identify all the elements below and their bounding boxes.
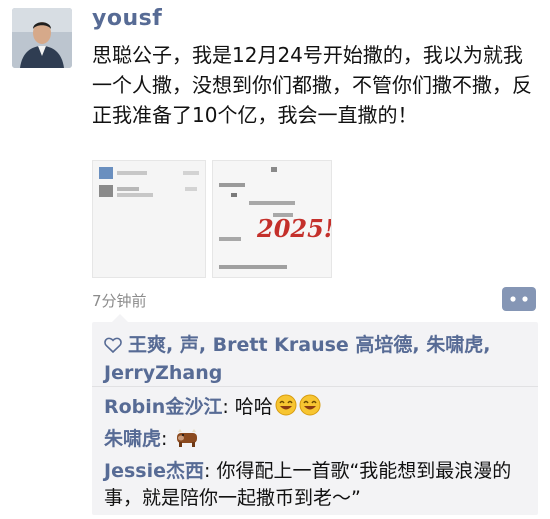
comment-item[interactable]: 朱啸虎: (104, 426, 529, 456)
comment-more-icon (510, 296, 528, 302)
post-time: 7分钟前 (92, 292, 147, 310)
comment-separator: : (161, 428, 174, 450)
comment-item[interactable]: Jessie杰西: 你得配上一首歌“我能想到最浪漫的事，就是陪你一起撒币到老～” (104, 458, 529, 512)
comment-item[interactable]: Robin金沙江: 哈哈 (104, 394, 529, 424)
poster-name[interactable]: yousf (92, 6, 162, 31)
likes-comments-panel: 王爽, 声, Brett Krause 高培德, 朱啸虎, JerryZhang… (92, 314, 538, 515)
handwritten-note: 2025!!! (256, 214, 332, 243)
comment-text: 哈哈 (234, 396, 273, 418)
comment-separator: : (203, 460, 217, 482)
person-avatar-icon (12, 8, 72, 68)
likes-divider (92, 386, 538, 387)
comment-author[interactable]: Jessie杰西 (104, 460, 204, 482)
avatar[interactable] (12, 8, 72, 68)
comment-author[interactable]: 朱啸虎 (104, 428, 161, 450)
likes-list: 王爽, 声, Brett Krause 高培德, 朱啸虎, JerryZhang (104, 332, 529, 386)
transfer-screenshot-image: 2025!!! (213, 161, 332, 277)
post-text: 思聪公子，我是12月24号开始撒的，我以为就我一个人撒，没想到你们都撒，不管你们… (92, 43, 532, 127)
transfer-screenshot-thumbnail[interactable]: 2025!!! (212, 160, 332, 278)
heart-outline-icon (104, 334, 122, 360)
chat-screenshot-thumbnail[interactable] (92, 160, 206, 278)
likes-names[interactable]: 王爽, 声, Brett Krause 高培德, 朱啸虎, JerryZhang (104, 334, 491, 384)
comment-more-button[interactable] (502, 287, 536, 311)
cow-emoji-icon (175, 428, 199, 456)
comment-separator: : (222, 396, 235, 418)
grin-emoji-icon (275, 394, 297, 424)
chat-screenshot-image (93, 161, 205, 277)
comment-author[interactable]: Robin金沙江 (104, 396, 222, 418)
grin-emoji-icon (299, 394, 321, 424)
